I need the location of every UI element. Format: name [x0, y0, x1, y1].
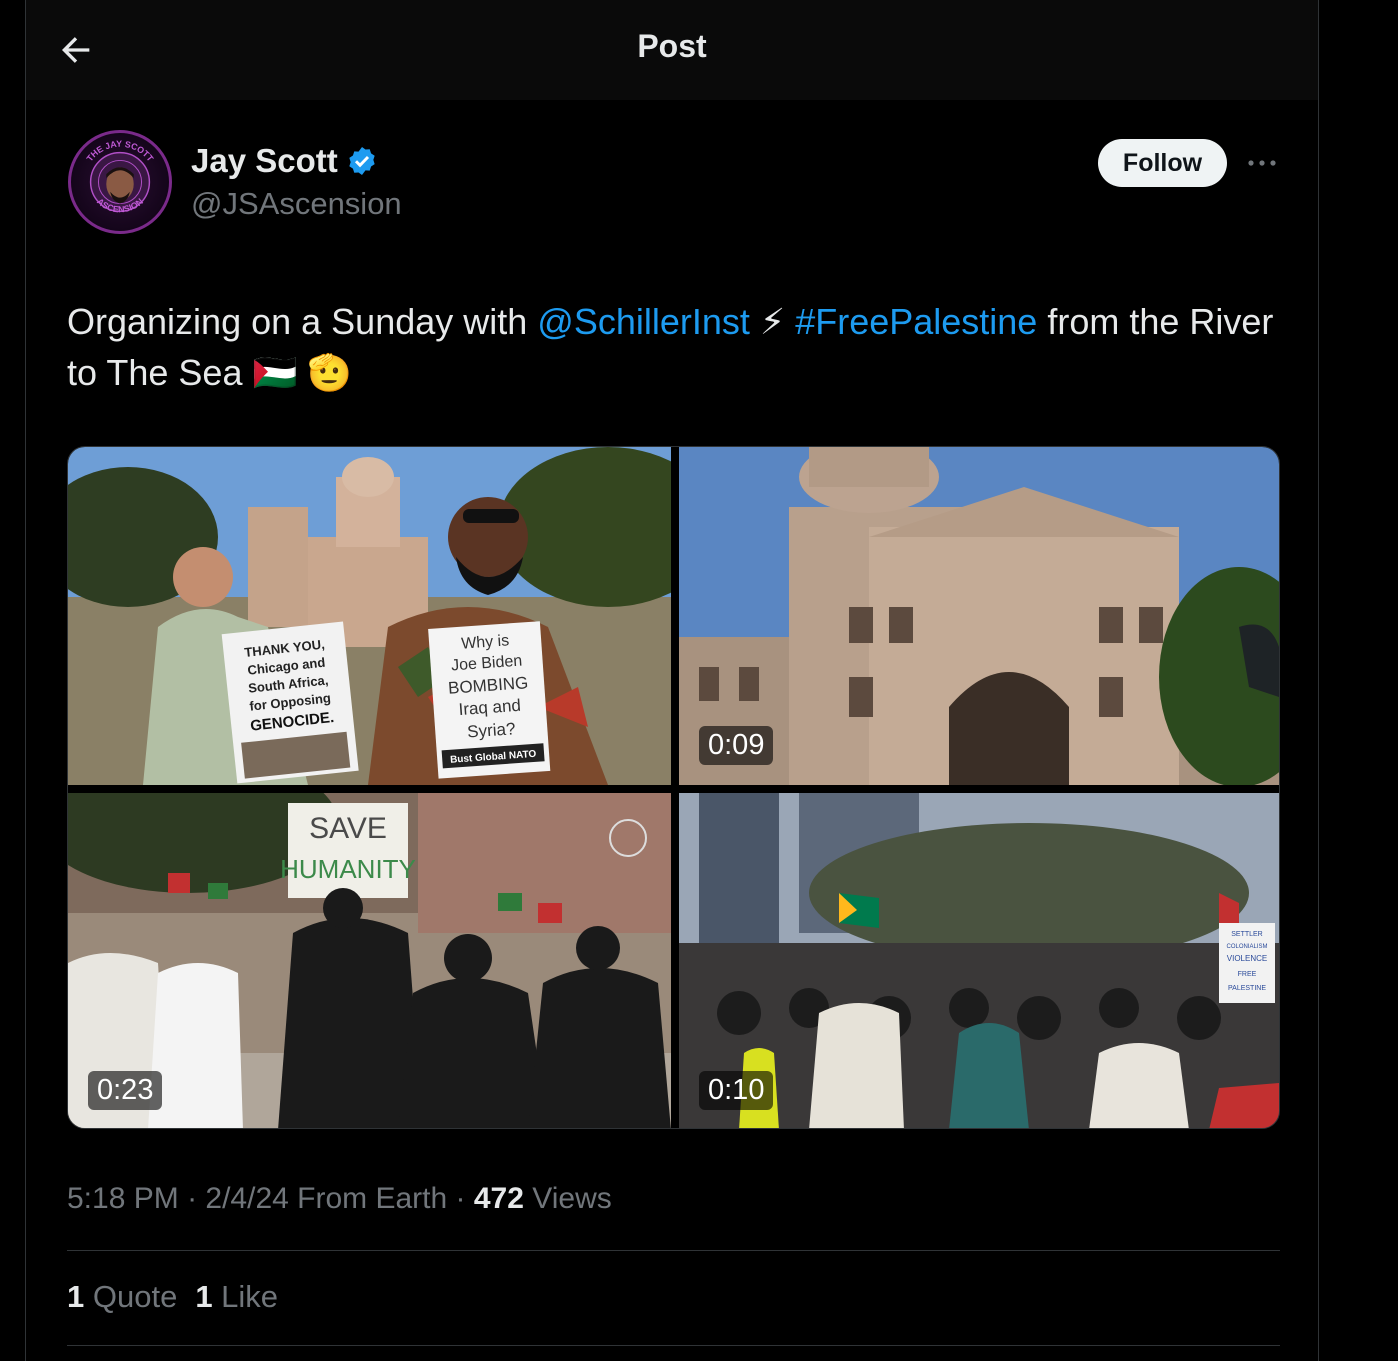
media-grid: THANK YOU, Chicago and South Africa, for… — [67, 446, 1280, 1129]
verified-badge-icon — [349, 147, 375, 175]
author-name[interactable]: Jay Scott — [191, 142, 378, 180]
video-duration: 0:10 — [699, 1071, 774, 1110]
more-icon — [1248, 160, 1276, 166]
sign-settler-line: VIOLENCE — [1227, 954, 1267, 963]
more-button[interactable] — [1242, 145, 1282, 181]
post-text: Organizing on a Sunday with @SchillerIns… — [67, 296, 1282, 398]
author-handle[interactable]: @JSAscension — [191, 186, 402, 222]
sign-right-line: Syria? — [467, 719, 516, 741]
meta-separator: · — [447, 1182, 474, 1215]
video-duration: 0:09 — [699, 726, 774, 765]
post-text-part: ⚡ — [749, 301, 796, 342]
engagement-stats: 1 Quote 1 Like — [67, 1279, 278, 1315]
hashtag-link[interactable]: #FreePalestine — [795, 301, 1037, 342]
media-video[interactable]: SAVE HUMANITY 0:23 — [68, 793, 671, 1128]
page-title: Post — [637, 28, 707, 64]
sign-save-line: SAVE — [309, 812, 387, 845]
quotes-label: Quote — [84, 1279, 178, 1314]
sign-save-line: HUMANITY — [280, 854, 416, 884]
likes-label: Like — [212, 1279, 279, 1314]
photo-image: THANK YOU, Chicago and South Africa, for… — [68, 447, 671, 785]
post-text-part: Organizing on a Sunday with — [67, 301, 538, 342]
sign-settler-line: PALESTINE — [1228, 985, 1266, 992]
author-name-text: Jay Scott — [191, 142, 338, 179]
views-count: 472 — [473, 1182, 524, 1215]
meta-separator: · — [178, 1182, 206, 1215]
follow-button[interactable]: Follow — [1098, 139, 1227, 187]
likes-count: 1 — [195, 1279, 213, 1314]
avatar-image: THE JAY SCOTT ASCENSION — [84, 139, 155, 215]
media-photo[interactable]: THANK YOU, Chicago and South Africa, for… — [68, 447, 671, 785]
post-source: From Earth — [288, 1182, 448, 1215]
post-column: Post THE JAY SCOTT ASCENSION Jay Scott @… — [25, 0, 1319, 1361]
video-duration: 0:23 — [88, 1071, 163, 1110]
media-video[interactable]: SETTLER COLONIALISM VIOLENCE FREE PALEST… — [679, 793, 1279, 1128]
post-date[interactable]: 2/4/24 — [205, 1182, 288, 1215]
sign-settler-line: FREE — [1238, 971, 1257, 978]
mention-link[interactable]: @SchillerInst — [537, 301, 750, 342]
top-bar: Post — [26, 0, 1318, 100]
divider — [67, 1345, 1280, 1346]
quotes-count: 1 — [67, 1279, 85, 1314]
sign-settler-line: COLONIALISM — [1226, 944, 1267, 950]
post-meta: 5:18 PM · 2/4/24 From Earth · 472 Views — [67, 1182, 612, 1216]
sign-settler-line: SETTLER — [1231, 931, 1263, 938]
views-label: Views — [523, 1182, 612, 1215]
avatar[interactable]: THE JAY SCOTT ASCENSION — [68, 130, 172, 234]
post-emoji: 🇵🇸 🫡 — [252, 352, 353, 393]
likes-stat[interactable]: 1 Like — [195, 1279, 278, 1315]
post-time[interactable]: 5:18 PM — [67, 1182, 179, 1215]
sign-right-line: Why is — [461, 632, 510, 652]
quotes-stat[interactable]: 1 Quote — [67, 1279, 177, 1315]
divider — [67, 1250, 1280, 1251]
media-video[interactable]: 0:09 — [679, 447, 1279, 785]
